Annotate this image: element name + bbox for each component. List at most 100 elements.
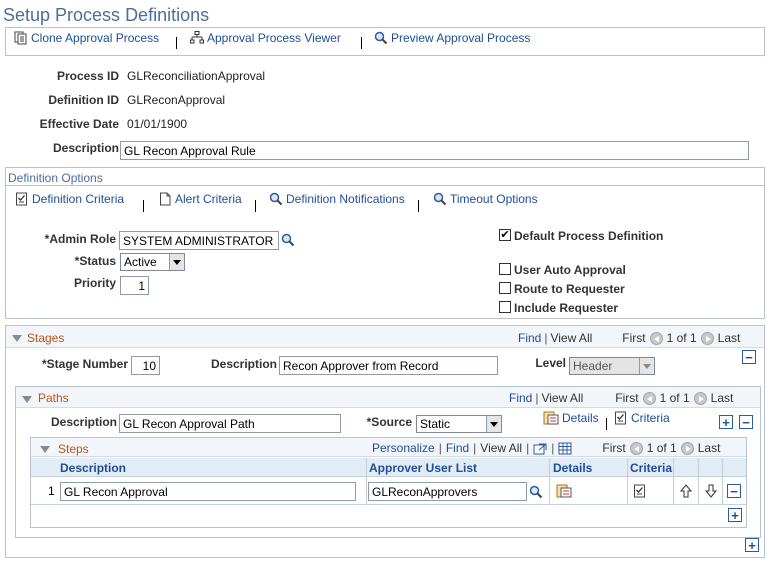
step-description-input[interactable]: GL Recon Approval [60, 482, 356, 501]
paths-view-all-link[interactable]: View All [541, 391, 583, 405]
paths-title: Paths [38, 391, 69, 405]
add-step-button[interactable]: + [728, 508, 742, 522]
definition-id-value: GLReconApproval [127, 93, 226, 107]
definition-notifications-label: Definition Notifications [286, 192, 405, 206]
toolbar-divider [176, 37, 177, 49]
route-to-requester-label: Route to Requester [514, 282, 625, 296]
next-arrow-icon[interactable] [693, 391, 707, 405]
path-criteria-label: Criteria [631, 411, 670, 425]
route-to-requester-checkbox[interactable] [499, 282, 511, 294]
add-stage-button[interactable]: + [745, 538, 759, 552]
status-select[interactable]: Active [120, 253, 185, 271]
paths-last-label: Last [710, 391, 734, 405]
viewer-label: Approval Process Viewer [207, 31, 341, 45]
move-down-icon[interactable] [704, 484, 718, 498]
admin-role-input[interactable]: SYSTEM ADMINISTRATOR [119, 231, 279, 250]
status-value: Active [124, 255, 157, 269]
default-process-checkbox[interactable]: ✔ [499, 229, 511, 241]
new-window-icon[interactable] [533, 442, 547, 455]
previous-arrow-icon[interactable] [649, 331, 663, 345]
include-requester-label: Include Requester [514, 301, 619, 315]
link-divider [255, 200, 256, 212]
path-criteria-link[interactable]: Criteria [614, 411, 670, 425]
next-arrow-icon[interactable] [700, 331, 714, 345]
definition-criteria-link[interactable]: Definition Criteria [15, 192, 124, 206]
paths-find-link[interactable]: Find [509, 391, 532, 405]
move-up-icon[interactable] [679, 484, 693, 498]
timeout-options-link[interactable]: Timeout Options [433, 192, 538, 206]
step-details-icon[interactable] [556, 484, 572, 498]
source-select[interactable]: Static [416, 415, 502, 433]
lookup-icon[interactable] [281, 233, 295, 247]
previous-arrow-icon[interactable] [642, 391, 656, 405]
steps-view-all-link[interactable]: View All [480, 441, 522, 455]
col-description[interactable]: Description [60, 461, 126, 475]
alert-criteria-link[interactable]: Alert Criteria [158, 192, 242, 206]
checkmark-icon: ✔ [500, 228, 510, 241]
include-requester-checkbox[interactable] [499, 301, 511, 313]
approver-user-list-input[interactable]: GLReconApprovers [368, 482, 527, 501]
stages-title: Stages [27, 331, 65, 345]
previous-arrow-icon[interactable] [629, 441, 643, 455]
dropdown-arrow-icon [169, 254, 184, 270]
level-label: Level [535, 356, 566, 370]
page-title: Setup Process Definitions [3, 5, 210, 25]
paths-collapse-icon[interactable] [22, 392, 32, 406]
description-label: Description [52, 141, 119, 155]
page-icon [160, 192, 171, 206]
stage-description-input[interactable]: Recon Approver from Record [279, 356, 498, 375]
stages-last-label: Last [717, 331, 741, 345]
add-path-button[interactable]: + [719, 415, 733, 429]
level-value: Header [573, 359, 613, 373]
definition-options-title: Definition Options [8, 171, 103, 185]
paths-nav: Find | View All First 1 of 1 Last [509, 391, 734, 405]
stage-number-input[interactable]: 10 [131, 356, 160, 375]
delete-stage-button[interactable]: − [742, 350, 756, 364]
clone-approval-process-link[interactable]: Clone Approval Process [14, 31, 159, 45]
effective-date-value: 01/01/1900 [127, 117, 188, 131]
definition-notifications-link[interactable]: Definition Notifications [269, 192, 405, 206]
preview-approval-process-link[interactable]: Preview Approval Process [374, 31, 530, 45]
plus-icon: + [722, 414, 730, 430]
steps-pager: 1 of 1 [646, 441, 677, 455]
source-label: *Source [366, 415, 412, 429]
default-process-label: Default Process Definition [514, 229, 664, 243]
steps-nav: Personalize | Find | View All | | First … [372, 441, 721, 455]
preview-label: Preview Approval Process [391, 31, 531, 45]
stages-pager: 1 of 1 [666, 331, 697, 345]
criteria-document-icon [615, 411, 626, 425]
process-id-label: Process ID [56, 69, 119, 83]
stages-view-all-link[interactable]: View All [550, 331, 592, 345]
priority-input[interactable]: 1 [120, 276, 149, 295]
link-divider [606, 418, 607, 430]
download-grid-icon[interactable] [558, 442, 572, 455]
personalize-link[interactable]: Personalize [372, 441, 435, 455]
path-description-input[interactable]: GL Recon Approval Path [119, 414, 341, 433]
stage-number-label: *Stage Number [41, 357, 128, 371]
paths-first-label: First [615, 391, 639, 405]
col-details[interactable]: Details [553, 461, 592, 475]
link-divider [143, 200, 144, 212]
approval-process-viewer-link[interactable]: Approval Process Viewer [190, 31, 341, 45]
definition-options-header [6, 168, 764, 186]
col-criteria[interactable]: Criteria [630, 461, 672, 475]
user-auto-approval-checkbox[interactable] [499, 263, 511, 275]
details-icon [543, 411, 559, 425]
minus-icon: − [730, 483, 738, 499]
path-details-link[interactable]: Details [543, 411, 599, 425]
stages-collapse-icon[interactable] [12, 331, 22, 345]
process-id-value: GLReconciliationApproval [127, 69, 266, 83]
link-divider [418, 200, 419, 212]
steps-find-link[interactable]: Find [446, 441, 469, 455]
step-criteria-icon[interactable] [633, 484, 647, 498]
col-approver-user-list[interactable]: Approver User List [369, 461, 477, 475]
delete-path-button[interactable]: − [739, 415, 753, 429]
description-input[interactable]: GL Recon Approval Rule [120, 141, 749, 160]
dropdown-arrow-icon [639, 358, 654, 374]
delete-step-button[interactable]: − [727, 484, 741, 498]
next-arrow-icon[interactable] [680, 441, 694, 455]
path-description-label: Description [50, 415, 117, 429]
lookup-icon[interactable] [529, 485, 543, 499]
steps-collapse-icon[interactable] [40, 442, 50, 456]
stages-find-link[interactable]: Find [518, 331, 541, 345]
